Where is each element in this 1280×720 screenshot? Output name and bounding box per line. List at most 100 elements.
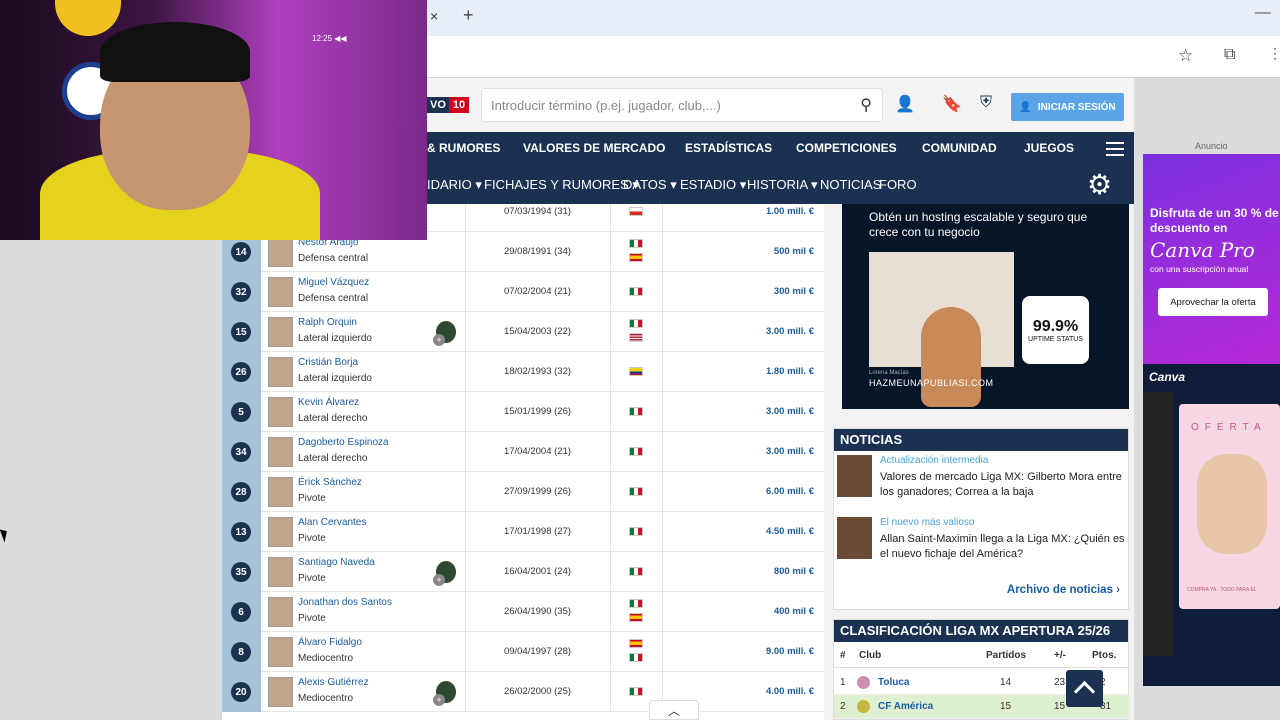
player-avatar[interactable] xyxy=(268,637,293,667)
bookmark-icon[interactable]: 🔖 xyxy=(942,94,962,114)
canva-card: OFERTA COMPRA YA · TODO PARA EL xyxy=(1179,404,1280,609)
news-thumbnail xyxy=(837,517,872,559)
player-avatar[interactable] xyxy=(268,277,293,307)
player-name[interactable]: Alexis Gutiérrez xyxy=(298,677,369,688)
canva-app-brand: Canva xyxy=(1149,370,1186,384)
player-name[interactable]: Érick Sánchez xyxy=(298,477,362,488)
player-avatar[interactable] xyxy=(268,357,293,387)
number-column: 26 xyxy=(222,352,261,392)
nav-rumores[interactable]: & RUMORES xyxy=(427,141,500,155)
subnav-transfers[interactable]: FICHAJES Y RUMORES ▾ xyxy=(484,177,639,193)
table-row[interactable]: 20 Alexis Gutiérrez Mediocentro +26/02/2000… xyxy=(222,672,824,712)
login-button[interactable]: 👤 INICIAR SESIÓN xyxy=(1011,93,1124,121)
back-to-top-button[interactable] xyxy=(1066,670,1103,707)
player-avatar[interactable] xyxy=(268,437,293,467)
nav-games[interactable]: JUEGOS xyxy=(1024,141,1074,155)
market-value[interactable]: 9.00 mill. € xyxy=(766,646,814,657)
tab-close-icon[interactable]: × xyxy=(430,8,438,24)
player-position: Lateral izquierdo xyxy=(298,373,372,384)
player-name[interactable]: Kevin Álvarez xyxy=(298,397,359,408)
subnav-forum[interactable]: FORO xyxy=(879,177,917,192)
subnav-stadium[interactable]: ESTADIO ▾ xyxy=(680,177,746,193)
live-badge[interactable]: VO 10 xyxy=(427,96,470,114)
news-item[interactable]: Actualización intermedia Valores de merc… xyxy=(834,453,1130,507)
canva-cta-button[interactable]: Aprovechar la oferta xyxy=(1158,288,1268,316)
nav-market-values[interactable]: VALORES DE MERCADO xyxy=(523,141,665,155)
table-row[interactable]: 28 Érick Sánchez Pivote 27/09/1999 (26) 6.00… xyxy=(222,472,824,512)
uptime-label: UPTIME STATUS xyxy=(1028,336,1083,343)
bookmark-star-icon[interactable]: ☆ xyxy=(1178,46,1193,66)
news-item[interactable]: El nuevo más valioso Allan Saint-Maximin… xyxy=(834,515,1130,569)
subnav-calendar[interactable]: IDARIO ▾ xyxy=(427,177,482,193)
gear-icon[interactable]: ⚙ xyxy=(1087,168,1112,201)
canva-ad[interactable]: Disfruta de un 30 % de descuento en Canv… xyxy=(1143,154,1280,686)
flag-mx-icon xyxy=(629,599,643,608)
table-row[interactable]: 6 Jonathan dos Santos Pivote 26/04/1990 (35… xyxy=(222,592,824,632)
nav-competitions[interactable]: COMPETICIONES xyxy=(796,141,897,155)
subnav-history[interactable]: HISTORIA ▾ xyxy=(747,177,818,193)
market-value[interactable]: 1.00 mill. € xyxy=(766,206,814,217)
player-avatar[interactable] xyxy=(268,397,293,427)
market-value[interactable]: 500 mil € xyxy=(774,246,814,257)
player-name[interactable]: Alan Cervantes xyxy=(298,517,366,528)
hamburger-menu-icon[interactable] xyxy=(1106,138,1124,156)
number-column: 35 xyxy=(222,552,261,592)
market-value[interactable]: 3.00 mill. € xyxy=(766,326,814,337)
number-column: 34 xyxy=(222,432,261,472)
market-value[interactable]: 1.80 mill. € xyxy=(766,366,814,377)
table-row[interactable]: 32 Miguel Vázquez Defensa central 07/02/200… xyxy=(222,272,824,312)
shirt-number: 5 xyxy=(231,402,251,422)
flag-mx-icon xyxy=(629,239,643,248)
player-avatar[interactable] xyxy=(268,677,293,707)
table-row[interactable]: 34 Dagoberto Espinoza Lateral derecho 17/04… xyxy=(222,432,824,472)
market-value[interactable]: 4.00 mill. € xyxy=(766,686,814,697)
table-row[interactable]: 8 Álvaro Fidalgo Mediocentro 09/04/1997 (28… xyxy=(222,632,824,672)
subnav-news[interactable]: NOTICIAS xyxy=(820,177,881,192)
player-avatar[interactable] xyxy=(268,597,293,627)
market-value[interactable]: 300 mil € xyxy=(774,286,814,297)
player-name[interactable]: Dagoberto Espinoza xyxy=(298,437,389,448)
subnav-data[interactable]: DATOS ▾ xyxy=(623,177,677,193)
table-row[interactable]: 5 Kevin Álvarez Lateral derecho 15/01/1999 … xyxy=(222,392,824,432)
market-value[interactable]: 400 mil € xyxy=(774,606,814,617)
table-row[interactable]: 35 Santiago Naveda Pivote +16/04/2001 (24) 8… xyxy=(222,552,824,592)
player-name[interactable]: Álvaro Fidalgo xyxy=(298,637,362,648)
player-name[interactable]: Jonathan dos Santos xyxy=(298,597,392,608)
window-minimize-icon[interactable]: — xyxy=(1255,4,1271,22)
chevron-up-icon[interactable]: ︿ xyxy=(649,700,699,720)
user-search-icon[interactable]: 👤 xyxy=(895,94,915,114)
search-icon[interactable]: ⚲ xyxy=(860,95,872,115)
new-tab-icon[interactable]: + xyxy=(463,5,474,26)
market-value[interactable]: 4.50 mill. € xyxy=(766,526,814,537)
market-value[interactable]: 800 mil € xyxy=(774,566,814,577)
table-row[interactable]: 15 Ralph Orquin Lateral izquierdo +15/04/20… xyxy=(222,312,824,352)
ad-domain: HAZMEUNAPUBLIASI.COM xyxy=(869,378,994,388)
number-column: 28 xyxy=(222,472,261,512)
nav-statistics[interactable]: ESTADÍSTICAS xyxy=(685,141,772,155)
extensions-icon[interactable]: ⧉ xyxy=(1224,46,1235,64)
canva-subtext: con una suscripción anual xyxy=(1150,264,1249,274)
search-input[interactable] xyxy=(482,89,842,121)
flag-mx-icon xyxy=(629,653,643,662)
player-avatar[interactable] xyxy=(268,317,293,347)
flag-mx-icon xyxy=(629,527,643,536)
market-value[interactable]: 6.00 mill. € xyxy=(766,486,814,497)
shield-icon[interactable]: ⛨ xyxy=(980,94,992,112)
player-avatar[interactable] xyxy=(268,517,293,547)
player-avatar[interactable] xyxy=(268,477,293,507)
player-name[interactable]: Santiago Naveda xyxy=(298,557,375,568)
player-name[interactable]: Cristián Borja xyxy=(298,357,358,368)
player-name[interactable]: Miguel Vázquez xyxy=(298,277,369,288)
market-value[interactable]: 3.00 mill. € xyxy=(766,446,814,457)
hosting-ad[interactable]: Obtén un hosting escalable y seguro que … xyxy=(842,204,1129,409)
player-avatar[interactable] xyxy=(268,557,293,587)
player-avatar[interactable] xyxy=(268,237,293,267)
nav-community[interactable]: COMUNIDAD xyxy=(922,141,997,155)
flag-mx-icon xyxy=(629,407,643,416)
player-name[interactable]: Ralph Orquin xyxy=(298,317,357,328)
news-archive-link[interactable]: Archivo de noticias › xyxy=(1007,584,1120,596)
market-value[interactable]: 3.00 mill. € xyxy=(766,406,814,417)
table-row[interactable]: 26 Cristián Borja Lateral izquierdo 18/02/1… xyxy=(222,352,824,392)
browser-menu-icon[interactable]: ⋮ xyxy=(1268,45,1280,62)
table-row[interactable]: 13 Alan Cervantes Pivote 17/01/1998 (27) 4.5… xyxy=(222,512,824,552)
